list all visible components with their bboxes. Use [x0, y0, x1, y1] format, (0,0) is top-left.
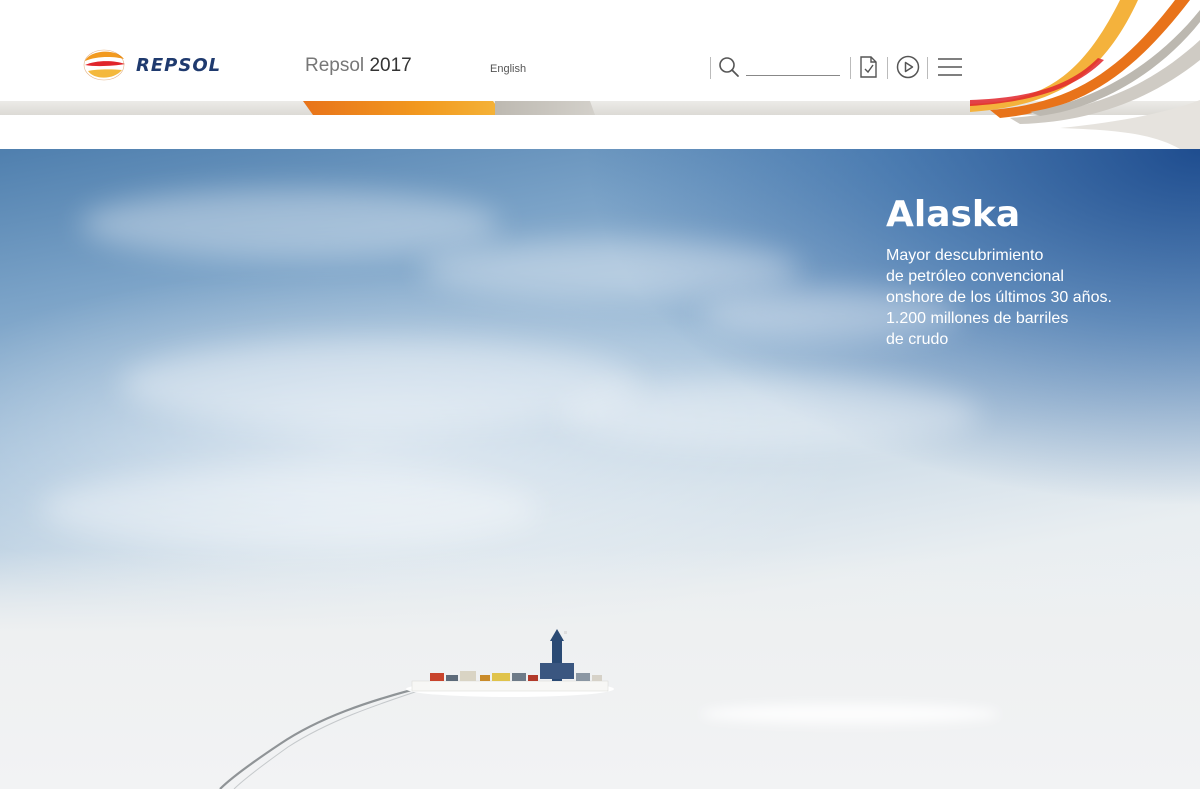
play-icon [896, 55, 920, 79]
repsol-logo-icon [83, 49, 125, 81]
search-button[interactable] [716, 54, 742, 80]
play-video-button[interactable] [895, 54, 921, 80]
logo-wordmark: REPSOL [136, 54, 222, 76]
language-link[interactable]: English [490, 63, 526, 75]
repsol-logo[interactable]: REPSOL [82, 48, 232, 82]
header-stripe-accent [495, 101, 595, 115]
hero-description-line: onshore de los últimos 30 años. [886, 289, 1112, 306]
document-icon [860, 56, 877, 78]
hero-description-line: de petróleo convencional [886, 268, 1064, 285]
header-stripe-accent [303, 101, 503, 115]
snow-drift [700, 704, 1000, 724]
hero-caption: Alaska Mayor descubrimiento de petróleo … [886, 193, 1186, 350]
menu-button[interactable] [937, 54, 963, 80]
brand-swoosh-graphic [970, 0, 1200, 149]
header-separator [887, 57, 888, 79]
cloud-wisp [40, 469, 540, 549]
search-icon [719, 57, 739, 77]
hero-description-line: de crudo [886, 331, 949, 348]
drilling-rig [406, 629, 614, 697]
page: REPSOL Repsol 2017 English Alaska Mayor … [0, 0, 1200, 789]
hero-description-line: 1.200 millones de barriles [886, 310, 1069, 327]
site-title-year: 2017 [369, 55, 412, 76]
menu-icon [938, 58, 962, 76]
search-input[interactable] [746, 57, 840, 76]
site-title[interactable]: Repsol 2017 [305, 55, 412, 77]
hero-description: Mayor descubrimiento de petróleo convenc… [886, 245, 1186, 350]
cloud-wisp [560, 379, 980, 449]
hero-description-line: Mayor descubrimiento [886, 247, 1044, 264]
header-separator [710, 57, 711, 79]
header-separator [927, 57, 928, 79]
header-separator [850, 57, 851, 79]
hero-banner: Alaska Mayor descubrimiento de petróleo … [0, 149, 1200, 789]
download-document-button[interactable] [855, 54, 881, 80]
ice-road [219, 689, 419, 789]
site-title-name: Repsol [305, 55, 365, 76]
hero-title: Alaska [886, 194, 1021, 235]
cloud-wisp [420, 239, 800, 299]
site-header: REPSOL Repsol 2017 English [0, 0, 1200, 149]
cloud-wisp [80, 189, 500, 259]
